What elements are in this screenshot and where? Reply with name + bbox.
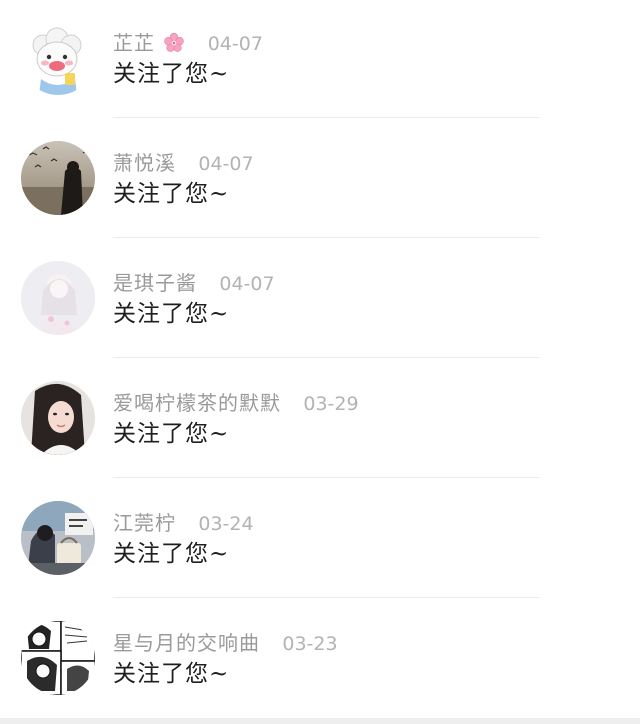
- notification-message: 关注了您~: [113, 661, 230, 687]
- notification-row[interactable]: 芷芷 04-07 关注了您~: [0, 0, 640, 120]
- row-divider: [113, 477, 540, 478]
- row-divider: [113, 597, 540, 598]
- cherry-blossom-icon: [164, 32, 185, 52]
- beach-birds-photo-avatar[interactable]: [21, 141, 95, 215]
- notification-date: 04-07: [198, 153, 254, 175]
- girl-with-bag-photo-avatar[interactable]: [21, 501, 95, 575]
- notification-row[interactable]: 萧悦溪 04-07 关注了您~: [0, 120, 640, 240]
- row-divider: [113, 117, 540, 118]
- user-name-line: 星与月的交响曲 03-23: [113, 630, 338, 656]
- bottom-edge: [0, 718, 640, 724]
- row-divider: [113, 357, 540, 358]
- notification-message: 关注了您~: [113, 541, 230, 567]
- notification-date: 04-07: [207, 33, 263, 55]
- follow-notification-list: 芷芷 04-07 关注了您~ 萧悦溪 04-07 关注了您~ 是琪子酱 04-0…: [0, 0, 640, 724]
- user-name[interactable]: 是琪子酱: [113, 271, 197, 295]
- notification-row[interactable]: 星与月的交响曲 03-23 关注了您~: [0, 600, 640, 720]
- notification-date: 03-29: [303, 393, 359, 415]
- user-name[interactable]: 江莞柠: [113, 511, 176, 535]
- notification-date: 03-24: [198, 513, 254, 535]
- notification-date: 03-23: [282, 633, 338, 655]
- user-name-line: 芷芷 04-07: [113, 30, 263, 56]
- row-divider: [113, 237, 540, 238]
- user-name-line: 爱喝柠檬茶的默默 03-29: [113, 390, 359, 416]
- user-name[interactable]: 萧悦溪: [113, 151, 176, 175]
- selfie-girl-photo-avatar[interactable]: [21, 381, 95, 455]
- user-name[interactable]: 星与月的交响曲: [113, 631, 260, 655]
- user-name-line: 是琪子酱 04-07: [113, 270, 275, 296]
- notification-message: 关注了您~: [113, 61, 230, 87]
- notification-date: 04-07: [219, 273, 275, 295]
- notification-row[interactable]: 江莞柠 03-24 关注了您~: [0, 480, 640, 600]
- user-name-line: 萧悦溪 04-07: [113, 150, 254, 176]
- user-name-line: 江莞柠 03-24: [113, 510, 254, 536]
- user-name[interactable]: 芷芷: [113, 31, 155, 55]
- notification-message: 关注了您~: [113, 421, 230, 447]
- notification-row[interactable]: 是琪子酱 04-07 关注了您~: [0, 240, 640, 360]
- user-name[interactable]: 爱喝柠檬茶的默默: [113, 391, 281, 415]
- sheep-cartoon-avatar[interactable]: [21, 21, 95, 95]
- notification-message: 关注了您~: [113, 301, 230, 327]
- pale-girl-photo-avatar[interactable]: [21, 261, 95, 335]
- manga-panel-avatar[interactable]: [21, 621, 95, 695]
- notification-message: 关注了您~: [113, 181, 230, 207]
- notification-row[interactable]: 爱喝柠檬茶的默默 03-29 关注了您~: [0, 360, 640, 480]
